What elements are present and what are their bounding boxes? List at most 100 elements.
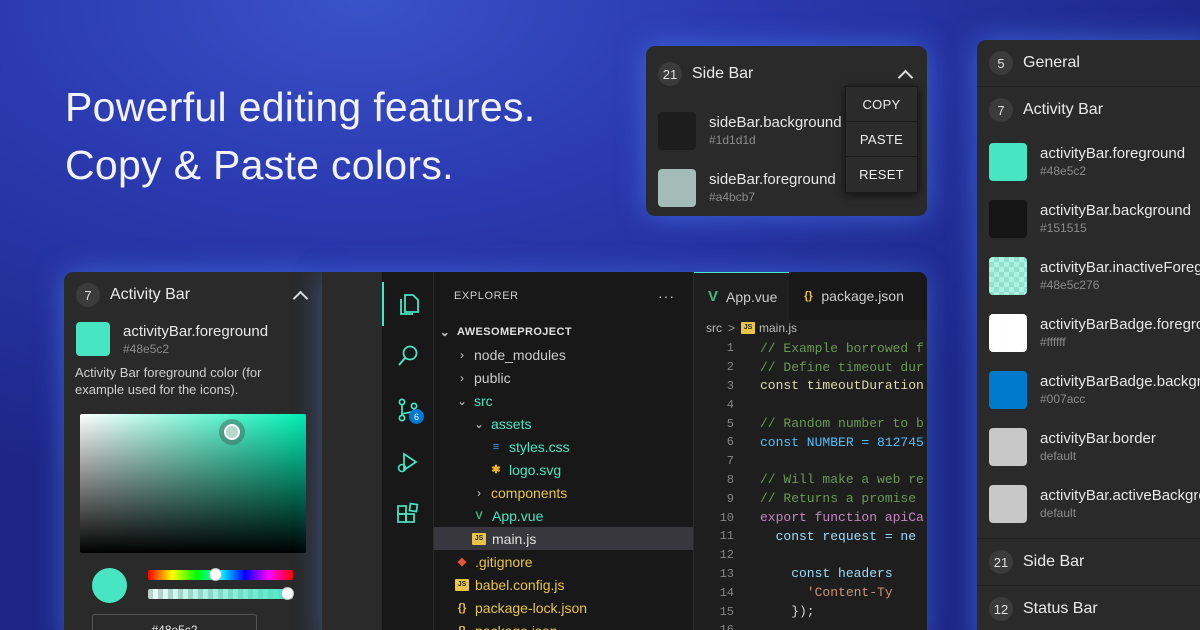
tree-file[interactable]: {} package.json [434,619,693,630]
search-icon[interactable] [382,334,434,378]
tree-file[interactable]: ◆ .gitignore [434,550,693,573]
alpha-slider-handle[interactable] [281,587,294,600]
tree-file[interactable]: ✱ logo.svg [434,458,693,481]
activity-bar: 6 [382,272,434,630]
color-swatch[interactable] [658,111,696,150]
tree-file[interactable]: ≡ styles.css [434,435,693,458]
tree-folder[interactable]: › components [434,481,693,504]
color-value: #48e5c276 [1040,278,1100,292]
tree-folder[interactable]: › public [434,366,693,389]
section-header-status-bar[interactable]: 12 Status Bar [977,586,1200,630]
color-item-activitybar-foreground[interactable]: activityBar.foreground #48e5c2 [64,318,322,360]
color-item[interactable]: activityBarBadge.foreground #ffffff [977,304,1200,361]
color-item[interactable]: activityBar.foreground #48e5c2 [977,133,1200,190]
color-swatch[interactable] [989,142,1027,181]
chevron-down-icon[interactable]: ⌄ [455,394,469,408]
tree-file[interactable]: V App.vue [434,504,693,527]
color-swatch[interactable] [658,168,696,207]
color-item[interactable]: activityBar.activeBackground default [977,475,1200,532]
code-text: export function apiCa [760,510,924,526]
json-file-icon: {} [804,290,813,302]
context-menu-item-paste[interactable]: PASTE [846,122,917,157]
section-header-activity-bar[interactable]: 7 Activity Bar [977,87,1200,133]
project-root[interactable]: ⌄ AWESOMEPROJECT [434,320,693,343]
tree-folder[interactable]: › node_modules [434,343,693,366]
chevron-right-icon[interactable]: › [455,371,469,385]
alpha-slider[interactable] [148,589,293,599]
color-swatch[interactable] [989,313,1027,352]
css-file-icon: ≡ [492,440,500,453]
color-swatch[interactable] [989,370,1027,409]
color-swatch[interactable] [989,427,1027,466]
tab-label: package.json [821,288,904,304]
tab-app-vue[interactable]: V App.vue [694,272,790,320]
chevron-up-icon[interactable] [292,290,309,306]
section-header-activity-bar[interactable]: 7 Activity Bar [64,272,322,318]
line-number: 14 [719,585,734,600]
run-debug-icon[interactable] [382,440,434,484]
tab-package-json[interactable]: {} package.json [789,272,916,320]
color-value: #ffffff [1040,335,1066,349]
code-view[interactable]: 1 // Example borrowed f 2 // Define timeout… [694,339,927,630]
svg-file-icon: ✱ [491,464,501,476]
tree-label: src [474,392,493,409]
code-line: 14 'Content-Ty [694,583,927,602]
code-line: 7 [694,452,927,471]
line-number: 1 [726,341,734,356]
code-line: 6 const NUMBER = 812745 [694,433,927,452]
section-count-badge: 7 [76,283,100,307]
color-item[interactable]: activityBar.background #151515 [977,190,1200,247]
source-control-icon[interactable]: 6 [382,388,434,432]
extensions-icon[interactable] [382,492,434,536]
code-line: 12 [694,546,927,565]
tree-file[interactable]: JS main.js [434,527,693,550]
tree-label: main.js [492,530,537,547]
chevron-down-icon[interactable]: ⌄ [472,417,486,431]
tree-folder[interactable]: ⌄ assets [434,412,693,435]
color-key: activityBar.foreground [1040,145,1186,162]
code-line: 1 // Example borrowed f [694,339,927,358]
color-item[interactable]: activityBarBadge.background #007acc [977,361,1200,418]
tree-folder[interactable]: ⌄ src [434,389,693,412]
color-swatch[interactable] [989,199,1027,238]
saturation-picker[interactable] [80,414,306,553]
code-line: 13 const headers [694,565,927,584]
code-line: 3 const timeoutDuration [694,377,927,396]
tree-label: package-lock.json [475,599,588,616]
explorer-title: EXPLORER [454,290,519,302]
color-item[interactable]: activityBar.border default [977,418,1200,475]
color-text: activityBar.background #151515 [1040,202,1191,235]
section-header-side-bar[interactable]: 21 Side Bar [977,539,1200,585]
color-swatch[interactable] [989,484,1027,523]
hue-slider-handle[interactable] [209,568,222,581]
code-line: 10 export function apiCa [694,508,927,527]
section-title: Side Bar [692,65,754,82]
hex-input[interactable] [92,614,257,630]
line-number: 9 [726,491,734,506]
files-icon[interactable] [382,282,434,326]
context-menu-item-reset[interactable]: RESET [846,157,917,192]
tree-file[interactable]: {} package-lock.json [434,596,693,619]
saturation-handle[interactable] [224,424,240,440]
color-item[interactable]: activityBar.inactiveForeground #48e5c276 [977,247,1200,304]
breadcrumb-file[interactable]: main.js [759,321,797,335]
code-line: 2 // Define timeout dur [694,358,927,377]
json-file-icon: {} [457,601,467,614]
color-value: #48e5c2 [1040,164,1087,178]
more-actions-icon[interactable]: ··· [658,288,675,304]
chevron-down-icon[interactable]: ⌄ [438,325,452,339]
chevron-right-icon[interactable]: › [455,348,469,362]
context-menu: COPY PASTE RESET [845,86,918,193]
color-swatch[interactable] [989,256,1027,295]
section-header-general[interactable]: 5 General [977,40,1200,86]
color-swatch[interactable] [76,322,110,356]
breadcrumb-folder[interactable]: src [706,321,722,335]
context-menu-item-copy[interactable]: COPY [846,87,917,122]
chevron-up-icon[interactable] [897,69,914,85]
tab-label: App.vue [726,288,778,305]
section-count-badge: 7 [989,98,1013,122]
line-number: 2 [726,360,734,375]
vue-file-icon: V [475,509,483,522]
tree-file[interactable]: JS babel.config.js [434,573,693,596]
chevron-right-icon[interactable]: › [472,486,486,500]
